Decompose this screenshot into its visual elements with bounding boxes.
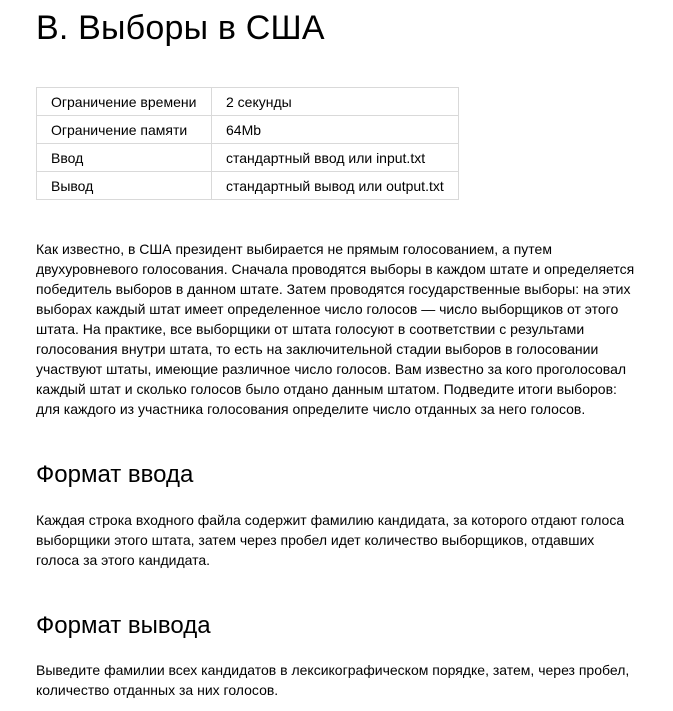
table-row: Вывод стандартный вывод или output.txt [36, 171, 459, 200]
input-format-text: Каждая строка входного файла содержит фа… [36, 512, 625, 568]
limit-value-time: 2 секунды [211, 87, 459, 116]
limit-value-memory: 64Mb [211, 115, 459, 144]
limits-table: Ограничение времени 2 секунды Ограничени… [36, 87, 459, 200]
statement-text: Как известно, в США президент выбирается… [36, 241, 635, 417]
limit-value-output: стандартный вывод или output.txt [211, 171, 459, 200]
table-row: Ввод стандартный ввод или input.txt [36, 143, 459, 172]
table-row: Ограничение памяти 64Mb [36, 115, 459, 144]
limit-label-output: Вывод [36, 171, 212, 200]
limit-label-memory: Ограничение памяти [36, 115, 212, 144]
input-format-heading: Формат ввода [36, 461, 194, 488]
table-row: Ограничение времени 2 секунды [36, 87, 459, 116]
limit-label-time: Ограничение времени [36, 87, 212, 116]
limit-label-input: Ввод [36, 143, 212, 172]
output-format-heading: Формат вывода [36, 612, 211, 639]
output-format-text: Выведите фамилии всех кандидатов в лекси… [36, 662, 630, 698]
limit-value-input: стандартный ввод или input.txt [211, 143, 459, 172]
problem-title: B. Выборы в США [36, 9, 325, 47]
